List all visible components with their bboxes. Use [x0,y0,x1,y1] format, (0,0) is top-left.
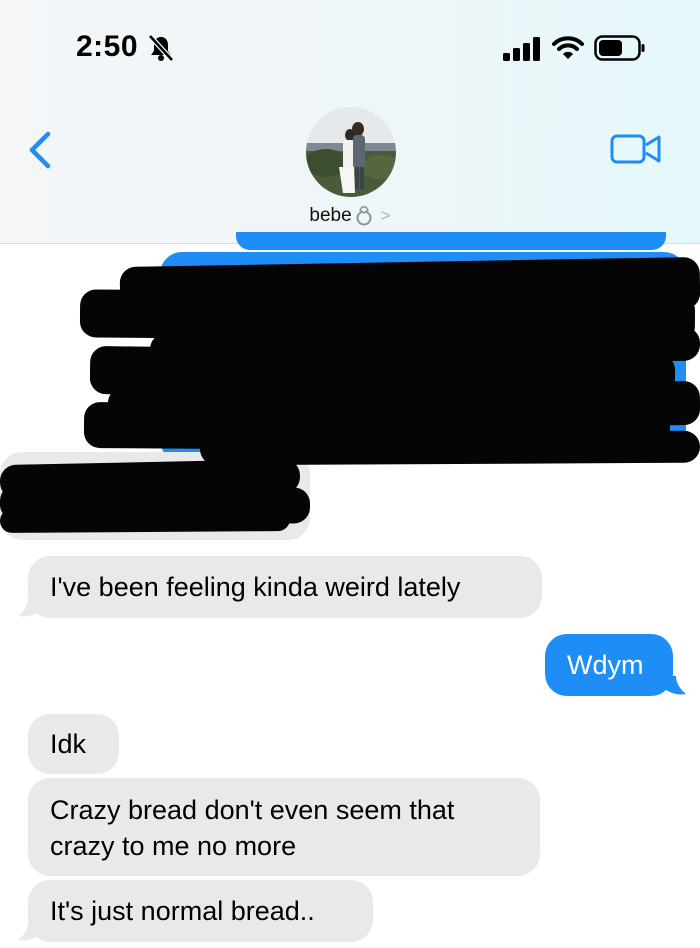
message-text-line: crazy to me no more [50,831,297,861]
message-text-line: Crazy bread don't even seem that [50,795,455,825]
ring-icon [356,206,372,226]
bubble-tail [18,922,38,941]
chat-header: 2:50 bebe > [0,0,700,244]
redaction-scribble [0,506,291,534]
bell-slash-icon [148,34,174,62]
message-text: Wdym [567,650,644,680]
contact-name: bebe [309,205,352,226]
incoming-message: It's just normal bread.. [28,880,373,942]
message-text: It's just normal bread.. [50,896,315,926]
status-bar: 2:50 [0,0,700,95]
bubble-tail [18,598,38,617]
message-text: I've been feeling kinda weird lately [50,572,461,602]
status-time: 2:50 [76,30,139,63]
back-chevron-icon[interactable] [24,128,56,172]
chevron-right-icon: > [380,206,391,225]
incoming-message: Crazy bread don't even seem that crazy t… [28,778,540,876]
message-text: Idk [50,729,87,759]
contact-avatar[interactable] [306,107,396,197]
outgoing-bubble-partial [236,232,666,250]
battery-icon [594,35,645,61]
outgoing-message: Wdym [545,634,673,696]
bubble-tail [666,676,686,695]
contact-name-button[interactable]: bebe > [0,204,700,227]
wifi-icon [552,36,584,59]
incoming-message: Idk [28,714,119,774]
video-camera-icon[interactable] [610,131,662,167]
avatar-photo [306,107,396,197]
incoming-message: I've been feeling kinda weird lately [28,556,542,618]
cellular-signal-icon [503,37,540,61]
